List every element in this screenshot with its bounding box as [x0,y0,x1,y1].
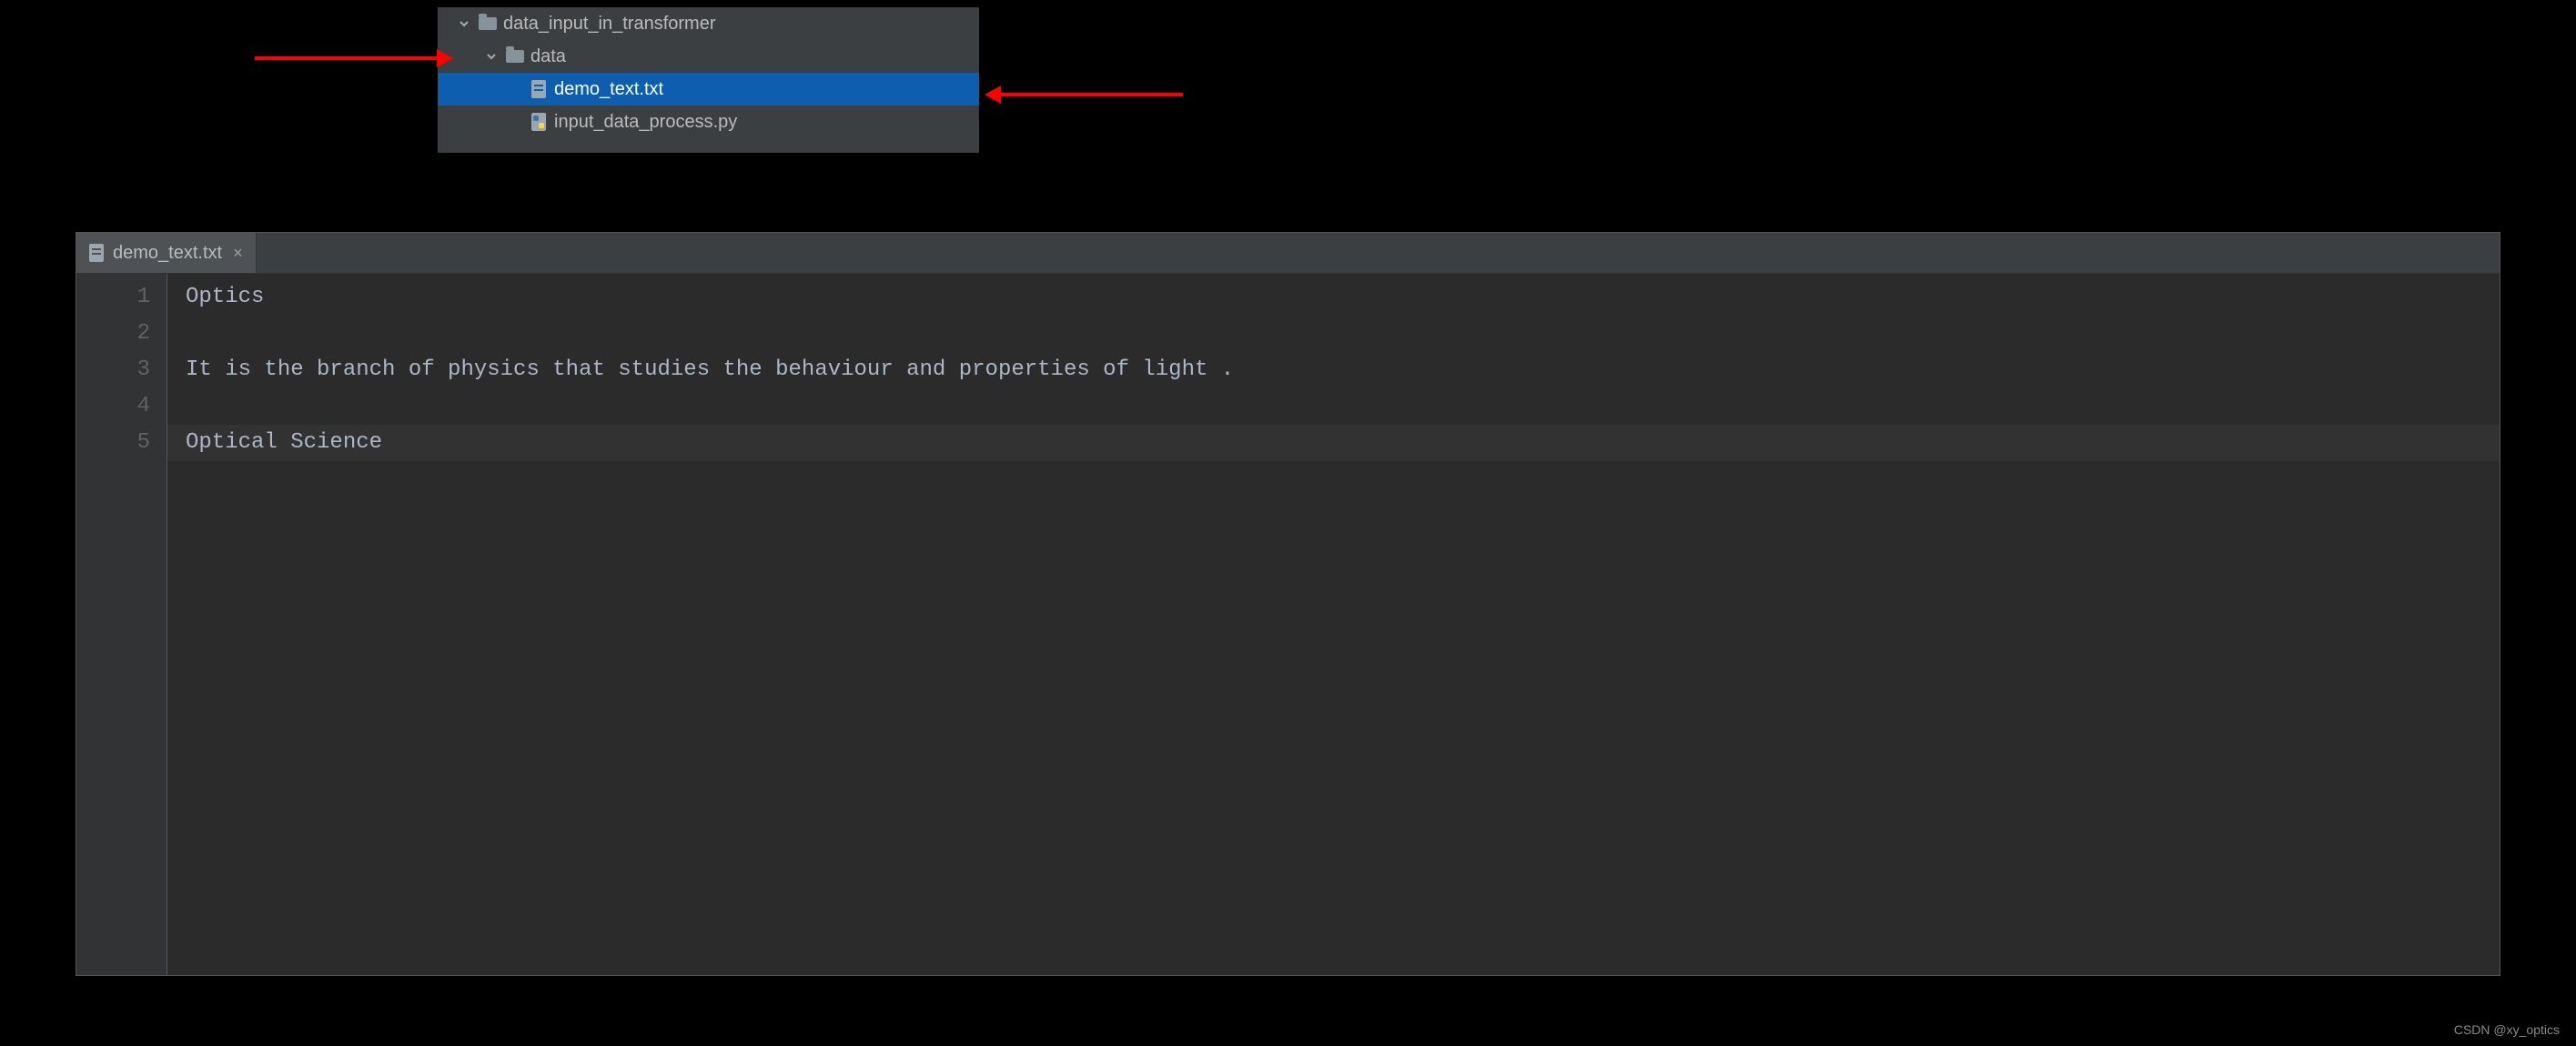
code-line-current: Optical Science [167,425,2500,461]
editor-tab[interactable]: demo_text.txt × [76,233,257,273]
tree-row-folder[interactable]: data [438,40,979,73]
code-line: Optics [186,279,2500,316]
tree-row-file-selected[interactable]: demo_text.txt [438,73,979,106]
line-number-gutter: 1 2 3 4 5 [76,274,167,975]
text-file-icon [529,79,549,99]
code-line: It is the branch of physics that studies… [186,352,2500,388]
tree-item-label: data [530,46,566,67]
annotation-arrow-right [1001,93,1183,96]
project-tree-panel: data_input_in_transformer data demo_text… [438,7,979,153]
editor-tab-bar: demo_text.txt × [76,233,2500,274]
line-number: 1 [76,279,150,316]
tree-item-label: demo_text.txt [554,79,663,100]
code-line [186,388,2500,425]
tab-label: demo_text.txt [113,243,222,264]
line-number: 4 [76,388,150,425]
line-number: 3 [76,352,150,388]
python-file-icon [529,112,549,132]
tree-item-label: data_input_in_transformer [503,14,715,35]
editor-body[interactable]: 1 2 3 4 5 Optics It is the branch of phy… [76,274,2500,975]
line-number: 2 [76,316,150,352]
close-icon[interactable]: × [231,245,245,261]
editor-panel: demo_text.txt × 1 2 3 4 5 Optics It is t… [76,232,2500,976]
chevron-down-icon[interactable] [483,51,500,62]
code-line [186,316,2500,352]
tree-row-folder[interactable]: data_input_in_transformer [438,7,979,40]
code-area[interactable]: Optics It is the branch of physics that … [167,274,2500,975]
tree-item-label: input_data_process.py [554,112,737,133]
text-file-icon [89,244,104,262]
chevron-down-icon[interactable] [456,18,472,29]
folder-icon [478,14,498,34]
watermark: CSDN @xy_optics [2454,1022,2560,1037]
annotation-arrow-left [255,56,437,60]
folder-icon [505,46,525,66]
line-number: 5 [76,425,150,461]
tree-row-file[interactable]: input_data_process.py [438,106,979,138]
